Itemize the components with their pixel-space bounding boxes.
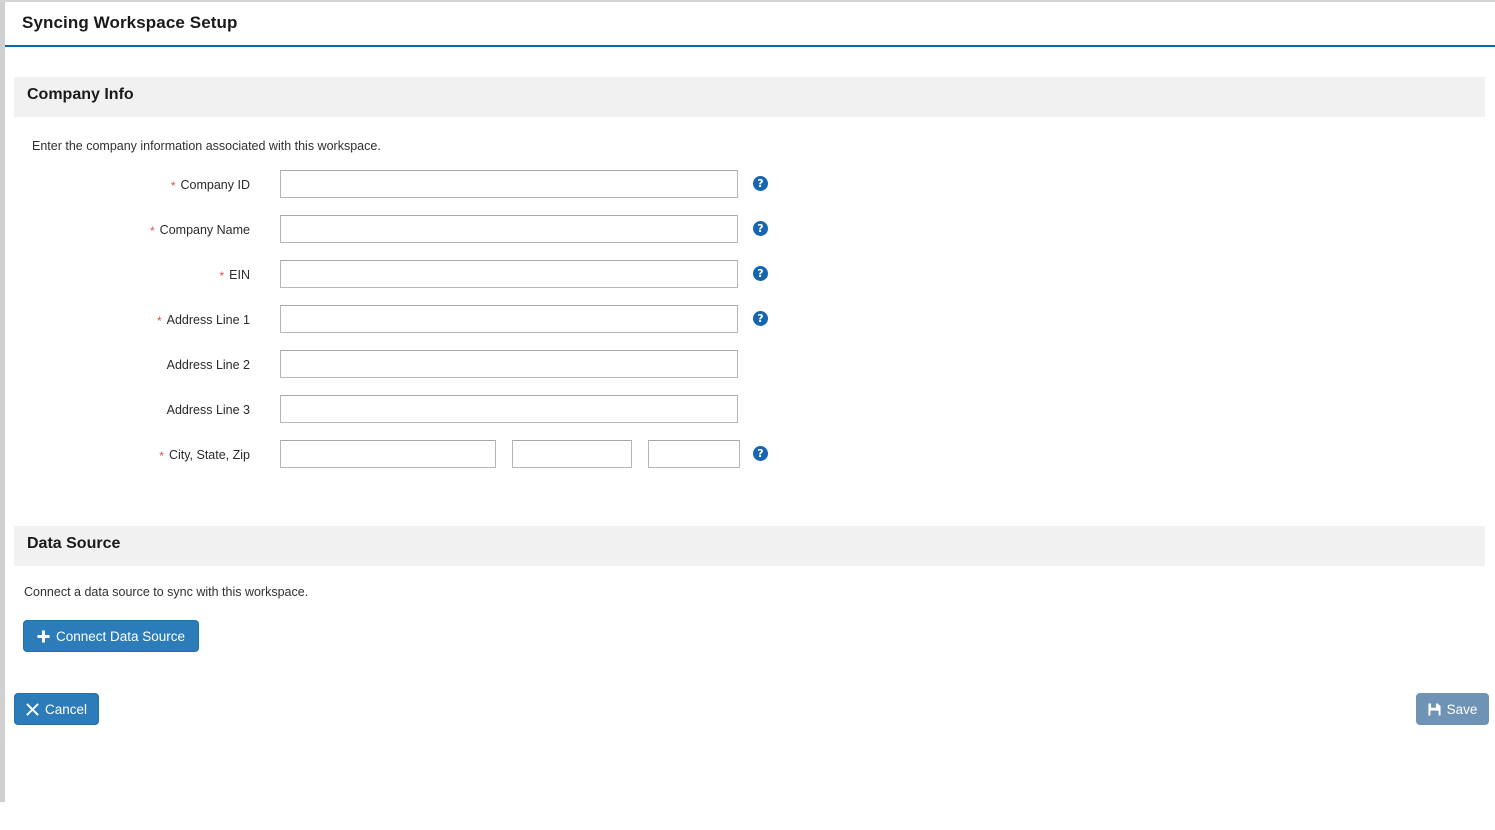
required-marker: * — [170, 179, 176, 193]
required-marker: * — [150, 224, 155, 238]
label-city-state-zip: * City, State, Zip — [0, 440, 250, 470]
required-marker: * — [156, 314, 162, 328]
input-state[interactable] — [512, 440, 632, 468]
label-text: Address Line 3 — [166, 403, 250, 417]
page-title: Syncing Workspace Setup — [22, 13, 238, 32]
company-info-heading: Company Info — [27, 86, 134, 103]
company-info-description: Enter the company information associated… — [32, 139, 381, 153]
connect-data-source-label: Connect Data Source — [55, 628, 186, 644]
title-divider — [5, 45, 1495, 47]
label-text: Company Name — [159, 223, 250, 237]
input-address-line-2[interactable] — [280, 350, 738, 378]
cancel-button-label: Cancel — [44, 701, 88, 717]
label-ein: * EIN — [0, 260, 250, 290]
save-button[interactable]: Save — [1416, 693, 1489, 725]
help-icon-company-id[interactable]: ? — [753, 176, 768, 191]
form-row-address-line-3: Address Line 3 — [0, 395, 800, 425]
page-header: Syncing Workspace Setup — [5, 2, 1495, 46]
label-text: EIN — [229, 268, 250, 282]
input-ein[interactable] — [280, 260, 738, 288]
input-address-line-3[interactable] — [280, 395, 738, 423]
form-row-address-line-1: * Address Line 1 ? — [0, 305, 800, 335]
help-icon-city-state-zip[interactable]: ? — [753, 446, 768, 461]
label-address-line-2: Address Line 2 — [0, 350, 250, 380]
label-text: Company ID — [180, 178, 250, 192]
data-source-section-header: Data Source — [14, 526, 1485, 566]
label-text: Address Line 1 — [166, 313, 250, 327]
help-icon-ein[interactable]: ? — [753, 266, 768, 281]
form-row-company-name: * Company Name ? — [0, 215, 800, 245]
data-source-description: Connect a data source to sync with this … — [24, 585, 309, 599]
times-icon — [26, 702, 39, 716]
input-company-id[interactable] — [280, 170, 738, 198]
help-icon-address-line-1[interactable]: ? — [753, 311, 768, 326]
floppy-disk-icon — [1428, 702, 1441, 716]
label-text: City, State, Zip — [168, 448, 250, 462]
label-company-name: * Company Name — [0, 215, 250, 245]
data-source-heading: Data Source — [27, 535, 121, 552]
input-city[interactable] — [280, 440, 496, 468]
input-company-name[interactable] — [280, 215, 738, 243]
save-button-label: Save — [1446, 701, 1478, 717]
label-company-id: * Company ID — [0, 170, 250, 200]
input-zip[interactable] — [648, 440, 740, 468]
cancel-button[interactable]: Cancel — [14, 693, 99, 725]
connect-data-source-button[interactable]: Connect Data Source — [23, 620, 199, 652]
form-row-ein: * EIN ? — [0, 260, 800, 290]
form-row-city-state-zip: * City, State, Zip ? — [0, 440, 800, 470]
application-window: Syncing Workspace Setup Company Info Ent… — [0, 0, 1495, 830]
label-address-line-3: Address Line 3 — [0, 395, 250, 425]
input-address-line-1[interactable] — [280, 305, 738, 333]
required-marker: * — [219, 269, 225, 283]
label-address-line-1: * Address Line 1 — [0, 305, 250, 335]
plus-icon — [37, 630, 50, 643]
help-icon-company-name[interactable]: ? — [753, 221, 768, 236]
required-marker: * — [159, 449, 164, 463]
form-row-company-id: * Company ID ? — [0, 170, 800, 200]
label-text: Address Line 2 — [166, 358, 250, 372]
company-info-section-header: Company Info — [14, 77, 1485, 117]
form-row-address-line-2: Address Line 2 — [0, 350, 800, 380]
